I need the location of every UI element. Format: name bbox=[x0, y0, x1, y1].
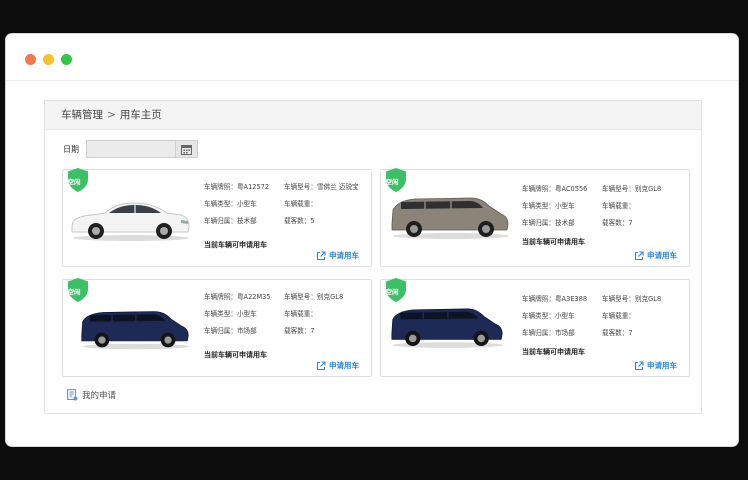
seats-text: 载客数：7 bbox=[602, 219, 633, 227]
breadcrumb-root[interactable]: 车辆管理 bbox=[61, 109, 103, 121]
date-input[interactable] bbox=[86, 140, 176, 158]
navy-mpv-icon bbox=[81, 311, 190, 350]
seats-text: 载客数：5 bbox=[284, 217, 315, 225]
availability-text: 当前车辆可申请用车 bbox=[522, 348, 585, 356]
calendar-icon bbox=[181, 144, 192, 155]
apply-button[interactable]: 申请用车 bbox=[316, 250, 359, 261]
close-window-button[interactable] bbox=[25, 54, 36, 65]
vehicle-panel: 车辆管理 > 用车主页 日期 空闲 车辆牌照：粤A12572 车辆型号：雪佛兰 … bbox=[44, 100, 702, 414]
apply-button-label: 申请用车 bbox=[647, 251, 677, 260]
apply-button-label: 申请用车 bbox=[647, 361, 677, 370]
availability-text: 当前车辆可申请用车 bbox=[204, 241, 267, 249]
model-text: 车辆型号：雪佛兰 迈锐宝 bbox=[284, 183, 359, 191]
external-link-icon bbox=[316, 250, 326, 260]
plate-text: 车辆牌照：粤A22M35 bbox=[204, 293, 271, 301]
plate-text: 车辆牌照：粤AC0556 bbox=[522, 185, 588, 193]
type-text: 车辆类型：小型车 bbox=[522, 312, 575, 320]
apply-button[interactable]: 申请用车 bbox=[634, 250, 677, 261]
type-text: 车辆类型：小型车 bbox=[204, 200, 257, 208]
my-applications-label: 我的申请 bbox=[82, 391, 117, 401]
vehicle-card: 空闲 车辆牌照：粤A3E388 车辆型号：别克GL8 车辆类型：小型车 车辆载重： … bbox=[380, 278, 690, 377]
vehicle-info: 车辆牌照：粤AC0556 车辆型号：别克GL8 车辆类型：小型车 车辆载重： 车辆归… bbox=[522, 181, 687, 232]
department-text: 车辆归属：技术部 bbox=[204, 217, 257, 225]
date-label: 日期 bbox=[63, 144, 79, 154]
load-text: 车辆载重： bbox=[602, 312, 635, 320]
vehicle-card: 空闲 车辆牌照：粤AC0556 车辆型号：别克GL8 车辆类型：小型车 车辆载重： … bbox=[380, 168, 690, 267]
plate-text: 车辆牌照：粤A3E388 bbox=[522, 295, 588, 303]
load-text: 车辆载重： bbox=[284, 200, 317, 208]
department-text: 车辆归属：技术部 bbox=[522, 219, 575, 227]
model-text: 车辆型号：别克GL8 bbox=[602, 185, 662, 193]
vehicle-card: 空闲 车辆牌照：粤A22M35 车辆型号：别克GL8 车辆类型：小型车 车辆载重： … bbox=[62, 278, 372, 377]
my-applications-link[interactable]: 我的申请 bbox=[67, 389, 116, 401]
status-badge: 空闲 bbox=[385, 288, 399, 296]
gray-mpv-icon bbox=[391, 197, 509, 239]
availability-text: 当前车辆可申请用车 bbox=[522, 238, 585, 246]
seats-text: 载客数：7 bbox=[284, 327, 315, 335]
availability-text: 当前车辆可申请用车 bbox=[204, 351, 267, 359]
model-text: 车辆型号：别克GL8 bbox=[602, 295, 662, 303]
vehicle-info: 车辆牌照：粤A12572 车辆型号：雪佛兰 迈锐宝 车辆类型：小型车 车辆载重： 车… bbox=[204, 179, 369, 230]
type-text: 车辆类型：小型车 bbox=[204, 310, 257, 318]
vehicle-card: 空闲 车辆牌照：粤A12572 车辆型号：雪佛兰 迈锐宝 车辆类型：小型车 车辆载重… bbox=[62, 168, 372, 267]
apply-button-label: 申请用车 bbox=[329, 361, 359, 370]
status-badge: 空闲 bbox=[385, 178, 399, 186]
vehicle-info: 车辆牌照：粤A3E388 车辆型号：别克GL8 车辆类型：小型车 车辆载重： 车辆归… bbox=[522, 291, 687, 342]
calendar-button[interactable] bbox=[176, 140, 198, 158]
external-link-icon bbox=[634, 250, 644, 260]
navy-mpv-icon bbox=[391, 308, 504, 348]
browser-window: 车辆管理 > 用车主页 日期 空闲 车辆牌照：粤A12572 车辆型号：雪佛兰 … bbox=[6, 34, 738, 446]
model-text: 车辆型号：别克GL8 bbox=[284, 293, 344, 301]
breadcrumb-current: 用车主页 bbox=[119, 109, 162, 121]
white-sedan-icon bbox=[71, 202, 190, 241]
plate-text: 车辆牌照：粤A12572 bbox=[204, 183, 270, 191]
department-text: 车辆归属：市场部 bbox=[522, 329, 575, 337]
maximize-window-button[interactable] bbox=[61, 54, 72, 65]
window-title-bar bbox=[6, 34, 738, 81]
status-badge: 空闲 bbox=[67, 288, 81, 296]
breadcrumb-separator: > bbox=[107, 109, 116, 121]
external-link-icon bbox=[316, 360, 326, 370]
load-text: 车辆载重： bbox=[284, 310, 317, 318]
document-list-icon bbox=[67, 389, 78, 401]
status-badge: 空闲 bbox=[67, 178, 81, 186]
apply-button-label: 申请用车 bbox=[329, 251, 359, 260]
breadcrumb: 车辆管理 > 用车主页 bbox=[45, 101, 701, 130]
apply-button[interactable]: 申请用车 bbox=[316, 360, 359, 371]
vehicle-info: 车辆牌照：粤A22M35 车辆型号：别克GL8 车辆类型：小型车 车辆载重： 车辆归… bbox=[204, 289, 369, 340]
load-text: 车辆载重： bbox=[602, 202, 635, 210]
apply-button[interactable]: 申请用车 bbox=[634, 360, 677, 371]
date-filter: 日期 bbox=[63, 139, 198, 159]
minimize-window-button[interactable] bbox=[43, 54, 54, 65]
type-text: 车辆类型：小型车 bbox=[522, 202, 575, 210]
external-link-icon bbox=[634, 360, 644, 370]
seats-text: 载客数：7 bbox=[602, 329, 633, 337]
department-text: 车辆归属：市场部 bbox=[204, 327, 257, 335]
